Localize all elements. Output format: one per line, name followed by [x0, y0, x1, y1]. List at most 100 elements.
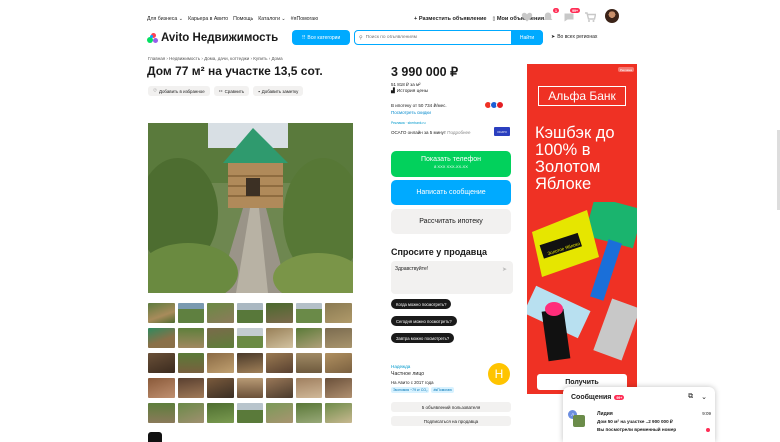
thumbnail[interactable] — [236, 403, 263, 423]
price-history-link[interactable]: ▟ История цены — [391, 89, 428, 94]
send-icon[interactable]: ➤ — [502, 266, 507, 273]
breadcrumb[interactable]: Главная › Недвижимость › Дома, дачи, кот… — [148, 56, 283, 61]
favorite-label: Добавить в избранное — [158, 88, 205, 94]
seller-ads-button[interactable]: 5 объявлений пользователя — [391, 402, 511, 412]
thumbnail[interactable] — [295, 403, 322, 423]
notifications-badge: 1 — [553, 8, 559, 13]
doc-icon: ▯ — [492, 16, 496, 22]
avito-logo-icon — [147, 32, 158, 44]
thumbnail[interactable] — [266, 403, 293, 423]
write-message-button[interactable]: Написать сообщение — [391, 180, 511, 205]
show-phone-button[interactable]: Показать телефон 8 XXX XXX-XX-XX — [391, 151, 511, 177]
compare-button[interactable]: ⚏ Сравнить — [213, 86, 250, 96]
post-ad-link[interactable]: + Разместить объявление — [414, 16, 487, 22]
quick-question-button[interactable]: Завтра можно посмотреть? — [391, 333, 455, 343]
user-avatar[interactable] — [605, 9, 619, 23]
all-categories-button[interactable]: ⠿ Все категории — [292, 30, 350, 45]
price: 3 990 000 ₽ — [391, 65, 459, 79]
more-photos-icon[interactable] — [148, 432, 162, 442]
note-button[interactable]: ▪ Добавить заметку — [253, 86, 304, 96]
thumbnail[interactable] — [266, 378, 293, 398]
thumbnail[interactable] — [148, 403, 175, 423]
phone-mask: 8 XXX XXX-XX-XX — [434, 164, 468, 169]
thumbnail[interactable] — [266, 328, 293, 348]
thumbnail[interactable] — [236, 378, 263, 398]
quick-question-button[interactable]: Сегодня можно посмотреть? — [391, 316, 457, 326]
thumbnail[interactable] — [148, 378, 175, 398]
subscribe-seller-button[interactable]: Подписаться на продавца — [391, 416, 511, 426]
thumbnail[interactable] — [236, 353, 263, 373]
osago-logo: ОСАГО — [494, 127, 510, 136]
thumbnail[interactable] — [177, 378, 204, 398]
nav-help-hashtag[interactable]: #яПомогаю — [291, 16, 318, 22]
message-sender[interactable]: Лидия — [597, 411, 613, 417]
thumbnail[interactable] — [325, 303, 352, 323]
chat-icon[interactable]: 99+ — [563, 8, 580, 22]
thumbnail[interactable] — [325, 403, 352, 423]
thumbnail[interactable] — [325, 328, 352, 348]
osago-promo[interactable]: ОСАГО онлайн за 5 минут Подробнее — [391, 130, 471, 135]
thumbnail[interactable] — [207, 378, 234, 398]
ask-seller-title: Спросите у продавца — [391, 247, 487, 257]
seller-since: На Авито с 2017 года — [391, 380, 434, 385]
thumbnail[interactable] — [207, 328, 234, 348]
ask-seller-text: Здравствуйте! — [395, 266, 429, 272]
nav-career[interactable]: Карьера в Авито — [188, 16, 228, 22]
messages-count-badge: 99+ — [614, 395, 625, 400]
ask-seller-input[interactable]: Здравствуйте! ➤ — [391, 261, 513, 294]
nav-help[interactable]: Помощь — [233, 16, 253, 22]
thumbnail[interactable] — [177, 403, 204, 423]
thumbnail[interactable] — [177, 303, 204, 323]
photo-thumbnails — [148, 303, 353, 423]
cart-icon[interactable] — [584, 10, 597, 22]
thumbnail[interactable] — [148, 303, 175, 323]
thumbnail[interactable] — [295, 303, 322, 323]
thumbnail[interactable] — [295, 328, 322, 348]
osago-more-link[interactable]: Подробнее — [447, 130, 470, 135]
logo-text: Avito Недвижимость — [161, 32, 279, 44]
ad-behind-text: Разы — [545, 412, 561, 418]
thumbnail[interactable] — [295, 378, 322, 398]
quick-question-button[interactable]: Когда можно посмотреть? — [391, 299, 452, 309]
thumbnail[interactable] — [148, 353, 175, 373]
search-button[interactable]: Найти — [511, 30, 543, 45]
bell-icon[interactable]: 1 — [542, 8, 559, 22]
ad-banner[interactable]: Реклама Альфа Банк Кэшбэк до 100% в Золо… — [527, 64, 637, 394]
thumbnail[interactable] — [266, 353, 293, 373]
avito-logo[interactable]: Avito Недвижимость — [147, 32, 278, 44]
show-phone-label: Показать телефон — [421, 156, 481, 163]
thumbnail[interactable] — [177, 328, 204, 348]
thumbnail[interactable] — [207, 403, 234, 423]
thumbnail[interactable] — [266, 303, 293, 323]
chart-icon: ▟ — [391, 89, 395, 94]
thumbnail[interactable] — [325, 378, 352, 398]
thumbnail[interactable] — [177, 353, 204, 373]
thumbnail[interactable] — [236, 328, 263, 348]
nav-catalogs[interactable]: Каталоги ⌄ — [258, 16, 286, 22]
thumbnail[interactable] — [236, 303, 263, 323]
thumbnail[interactable] — [148, 328, 175, 348]
compare-label: Сравнить — [224, 88, 245, 94]
thumbnail[interactable] — [325, 353, 352, 373]
thumbnail[interactable] — [295, 353, 322, 373]
seller-tag: Экономия ~79 кг CO₂ — [391, 387, 430, 393]
calc-mortgage-button[interactable]: Рассчитать ипотеку — [391, 209, 511, 234]
heart-outline-icon: ♡ — [153, 88, 157, 93]
seller-name[interactable]: Надежда — [391, 364, 410, 369]
heart-icon[interactable] — [521, 10, 533, 22]
region-selector[interactable]: ➤ Во всех регионах — [551, 34, 597, 40]
thumbnail[interactable] — [207, 353, 234, 373]
unread-dot — [706, 428, 710, 432]
mortgage-text: В ипотеку от 50 734 ₽/мес. — [391, 103, 447, 108]
seller-tag: #яПомогаю — [431, 387, 454, 393]
favorite-button[interactable]: ♡ Добавить в избранное — [148, 86, 210, 96]
price-per-m2: 51 818 ₽ за м² — [391, 82, 421, 87]
chevron-down-icon[interactable]: ⌄ — [701, 393, 707, 401]
nav-business[interactable]: Для бизнеса ⌄ — [147, 16, 183, 22]
open-external-icon[interactable]: ⧉ — [688, 393, 693, 401]
thumbnail[interactable] — [207, 303, 234, 323]
mortgage-discounts-link[interactable]: Посмотреть скидки — [391, 110, 431, 115]
seller-avatar[interactable]: Н — [488, 363, 510, 385]
messages-widget[interactable]: Сообщения 99+ ⧉ ⌄ Л Лидия 9:09 Дом 50 м²… — [563, 387, 715, 442]
main-photo[interactable] — [148, 123, 353, 293]
